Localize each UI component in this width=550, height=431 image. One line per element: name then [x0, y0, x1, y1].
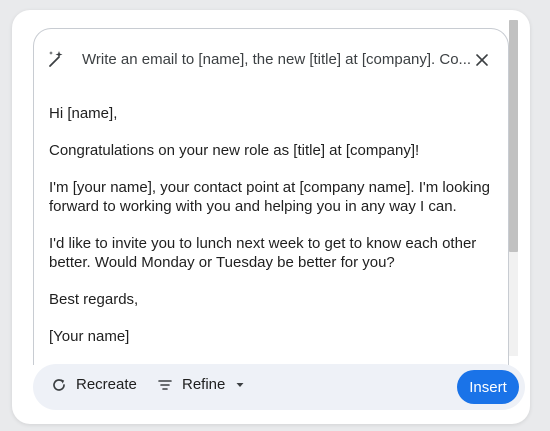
- filter-lines-icon: [157, 377, 173, 393]
- refine-button[interactable]: Refine: [157, 376, 245, 393]
- prompt-row: Write an email to [name], the new [title…: [34, 29, 508, 87]
- help-me-write-panel: Write an email to [name], the new [title…: [12, 10, 530, 424]
- prompt-text: Write an email to [name], the new [title…: [82, 51, 472, 68]
- email-signoff: Best regards,: [49, 291, 139, 308]
- email-signature: [Your name]: [49, 328, 130, 345]
- refine-label: Refine: [182, 376, 226, 393]
- scrollbar-thumb[interactable]: [509, 20, 518, 252]
- draft-card: Write an email to [name], the new [title…: [33, 28, 509, 365]
- email-draft: Hi [name], Congratulations on your new r…: [49, 104, 499, 364]
- scrollbar-track[interactable]: [509, 20, 518, 356]
- email-paragraph: I'm [your name], your contact point at […: [49, 179, 490, 215]
- email-paragraph: I'd like to invite you to lunch next wee…: [49, 235, 477, 271]
- close-icon[interactable]: [472, 50, 492, 70]
- caret-down-icon: [235, 381, 245, 389]
- email-paragraph: Congratulations on your new role as [tit…: [49, 142, 420, 159]
- refresh-icon: [51, 377, 67, 393]
- recreate-label: Recreate: [76, 376, 137, 393]
- insert-button[interactable]: Insert: [457, 370, 519, 404]
- action-bar: Recreate Refine Insert: [33, 364, 525, 410]
- magic-wand-icon: [46, 49, 66, 69]
- recreate-button[interactable]: Recreate: [51, 376, 137, 393]
- email-greeting: Hi [name],: [49, 105, 118, 122]
